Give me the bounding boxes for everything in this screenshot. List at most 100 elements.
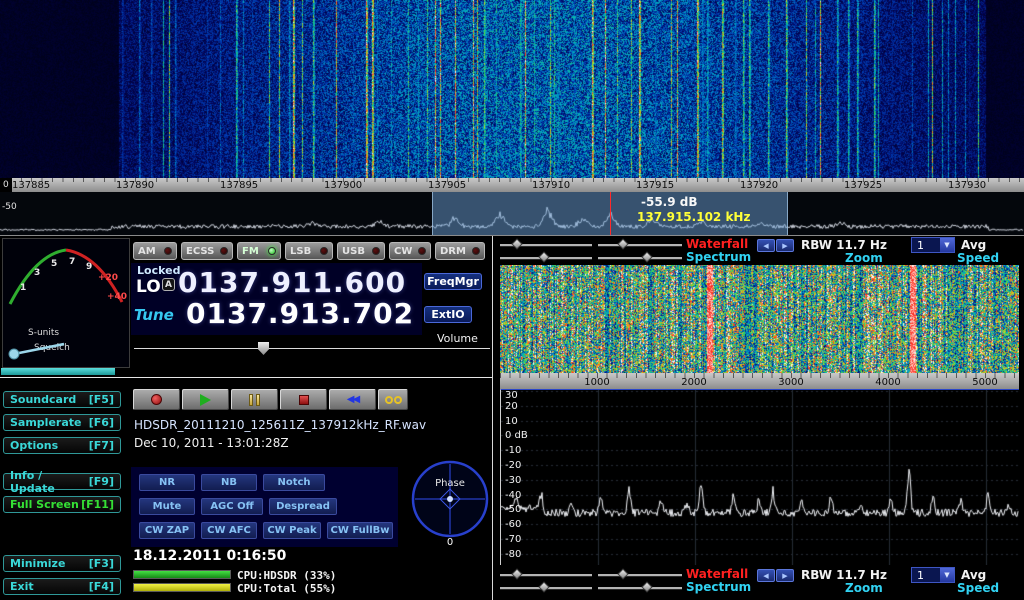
play-button[interactable]	[182, 389, 229, 410]
dropdown-arrow-icon: ▼	[940, 238, 954, 252]
button-label: Info / Update	[10, 469, 89, 495]
mode-label: CW	[394, 246, 412, 257]
slider-knob[interactable]	[641, 581, 652, 592]
agc-button[interactable]: AGC Off	[201, 498, 263, 515]
smeter-tick: +40	[107, 292, 127, 302]
rbw-increase-button[interactable]: ▶	[776, 239, 794, 252]
bottom-spectrum-gain-slider[interactable]	[500, 582, 592, 593]
cw-fullbw-button[interactable]: CW FullBw	[327, 522, 393, 539]
info-update-button[interactable]: Info / Update[F9]	[3, 473, 121, 490]
mode-fm-button[interactable]: FM	[237, 242, 281, 260]
tune-frequency-display[interactable]: 0137.913.702	[186, 300, 414, 328]
overview-db-top-label: 0	[3, 180, 9, 190]
smeter-tick: 3	[34, 268, 40, 278]
locked-indicator: Locked	[137, 264, 180, 277]
bottom-waterfall-offset-slider[interactable]	[598, 569, 682, 580]
button-key: [F9]	[89, 475, 114, 488]
mode-led	[220, 247, 228, 255]
mode-lsb-button[interactable]: LSB	[285, 242, 333, 260]
rewind-button[interactable]: ◀◀	[329, 389, 376, 410]
db-axis-label: -40	[505, 490, 521, 501]
spectrum-label[interactable]: Spectrum	[686, 250, 751, 264]
main-frequency-scale[interactable]: 137885 137890 137895 137900 137905 13791…	[0, 178, 1024, 192]
volume-slider-track[interactable]	[134, 348, 490, 349]
signal-db-readout: -55.9 dB	[641, 195, 698, 209]
mode-ecss-button[interactable]: ECSS	[181, 242, 233, 260]
slider-knob[interactable]	[618, 568, 629, 579]
full-screen-button[interactable]: Full Screen[F11]	[3, 496, 121, 513]
mute-button[interactable]: Mute	[139, 498, 195, 515]
nr-button[interactable]: NR	[139, 474, 195, 491]
soundcard-button[interactable]: Soundcard [F5]	[3, 391, 121, 408]
spectrum-offset-slider[interactable]	[598, 252, 682, 263]
slider-knob[interactable]	[618, 238, 629, 249]
stop-button[interactable]	[280, 389, 327, 410]
slider-knob[interactable]	[641, 251, 652, 262]
bottom-waterfall-label[interactable]: Waterfall	[686, 567, 748, 581]
zoom-spectrum-canvas	[501, 390, 1019, 565]
freq-scale-label: 137900	[324, 180, 362, 191]
exit-button[interactable]: Exit[F4]	[3, 578, 121, 595]
bottom-rbw-increase-button[interactable]: ▶	[776, 569, 794, 582]
bottom-avg-select[interactable]: 1 ▼	[911, 567, 955, 583]
play-icon	[200, 394, 211, 406]
lo-frequency-display[interactable]: 0137.911.600	[178, 269, 406, 297]
mode-usb-button[interactable]: USB	[337, 242, 385, 260]
options-button[interactable]: Options[F7]	[3, 437, 121, 454]
button-key: [F3]	[89, 557, 114, 570]
waterfall-offset-slider[interactable]	[598, 239, 682, 250]
mode-cw-button[interactable]: CW	[389, 242, 431, 260]
db-axis-label: -60	[505, 519, 521, 530]
squelch-knob[interactable]	[9, 349, 19, 359]
slider-knob[interactable]	[511, 568, 522, 579]
bottom-rbw-decrease-button[interactable]: ◀	[757, 569, 775, 582]
cw-afc-button[interactable]: CW AFC	[201, 522, 257, 539]
record-button[interactable]	[133, 389, 180, 410]
main-waterfall[interactable]	[0, 0, 1024, 178]
overview-spectrum[interactable]: -50 -55.9 dB 137.915.102 kHz	[0, 192, 1024, 235]
waterfall-contrast-slider[interactable]	[500, 239, 592, 250]
zoom-spectrum[interactable]: 30 20 10 0 dB -10 -20 -30 -40 -50 -60 -7…	[500, 389, 1019, 565]
slider-knob[interactable]	[511, 238, 522, 249]
overview-db-mid-label: -50	[2, 202, 17, 212]
samplerate-button[interactable]: Samplerate[F6]	[3, 414, 121, 431]
zoom-waterfall[interactable]	[500, 265, 1019, 373]
db-axis-label: 20	[505, 401, 518, 412]
phase-value: 0	[447, 537, 453, 547]
spectrum-gain-slider[interactable]	[500, 252, 592, 263]
button-key: [F5]	[89, 393, 114, 406]
mode-am-button[interactable]: AM	[133, 242, 177, 260]
phase-indicator: Phase 0	[406, 455, 494, 547]
waterfall-label[interactable]: Waterfall	[686, 237, 748, 251]
despread-button[interactable]: Despread	[269, 498, 337, 515]
slider-knob[interactable]	[538, 251, 549, 262]
bottom-spectrum-offset-slider[interactable]	[598, 582, 682, 593]
avg-select[interactable]: 1 ▼	[911, 237, 955, 253]
bottom-spectrum-label[interactable]: Spectrum	[686, 580, 751, 594]
smeter-tick: 9	[86, 262, 92, 272]
loop-icon	[385, 396, 402, 404]
nb-button[interactable]: NB	[201, 474, 257, 491]
extio-button[interactable]: ExtIO	[424, 306, 472, 323]
loop-button[interactable]	[378, 389, 408, 410]
button-label: Options	[10, 439, 58, 452]
slider-knob[interactable]	[538, 581, 549, 592]
rbw-decrease-button[interactable]: ◀	[757, 239, 775, 252]
button-label: Soundcard	[10, 393, 76, 406]
freqmgr-button[interactable]: FreqMgr	[424, 273, 482, 290]
zoom-label: Zoom	[845, 251, 883, 265]
lo-a-button[interactable]: A	[162, 278, 175, 291]
zoom-frequency-scale[interactable]: 1000 2000 3000 4000 5000	[500, 373, 1019, 389]
lo-label: LO	[136, 277, 161, 297]
tuned-frequency-readout: 137.915.102 kHz	[637, 210, 750, 224]
pause-button[interactable]	[231, 389, 278, 410]
minimize-button[interactable]: Minimize[F3]	[3, 555, 121, 572]
db-axis-label: -10	[505, 445, 521, 456]
notch-button[interactable]: Notch	[263, 474, 325, 491]
cw-peak-button[interactable]: CW Peak	[263, 522, 321, 539]
freq-scale-label: 137930	[948, 180, 986, 191]
squelch-level-bar[interactable]	[1, 368, 115, 375]
bottom-waterfall-contrast-slider[interactable]	[500, 569, 592, 580]
mode-drm-button[interactable]: DRM	[435, 242, 485, 260]
cw-zap-button[interactable]: CW ZAP	[139, 522, 195, 539]
